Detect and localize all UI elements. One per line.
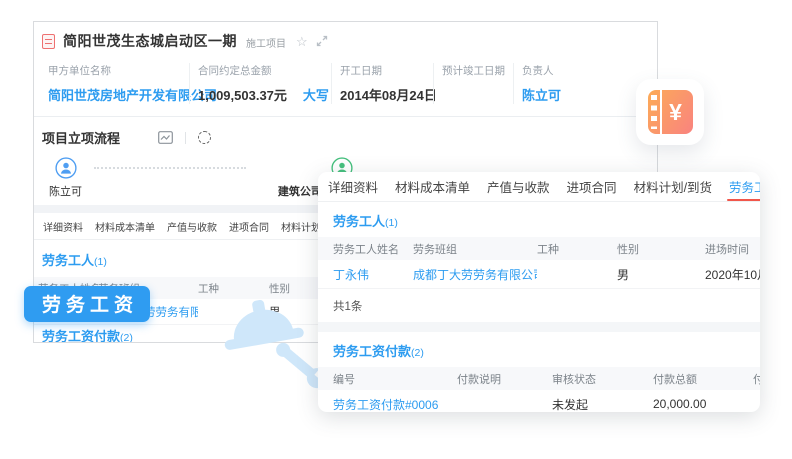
- manager-link[interactable]: 陈立可: [522, 85, 649, 104]
- uppercase-amount-link[interactable]: 大写: [303, 88, 329, 103]
- field-label: 合同约定总金额: [198, 63, 323, 78]
- flowchart-icon[interactable]: [158, 131, 173, 144]
- tab-material-cost[interactable]: 材料成本清单: [92, 213, 158, 239]
- workers-table-head: 劳务工人姓名 劳务班组 工种 性别 进场时间: [318, 237, 760, 260]
- field-label: 开工日期: [340, 63, 425, 78]
- payments-count: (2): [120, 332, 133, 343]
- tab-details[interactable]: 详细资料: [325, 172, 381, 201]
- payments-table-body: 劳务工资付款#0006 未发起 20,000.00: [318, 390, 760, 412]
- yen-symbol: ¥: [669, 99, 682, 126]
- field-start-date: 开工日期 2014年08月24日: [331, 63, 433, 104]
- column-header: 付款总额: [653, 371, 753, 387]
- field-expected-finish-date: 预计竣工日期: [433, 63, 513, 104]
- window-title-bar: 简阳世茂生态城启动区一期 施工项目 ☆: [34, 22, 657, 53]
- payment-id-link[interactable]: 劳务工资付款#0006: [333, 396, 457, 413]
- field-contract-amount: 合同约定总金额 1,009,503.37元大写: [189, 63, 331, 104]
- wage-label-badge: 劳务工资: [24, 286, 150, 322]
- column-header: 劳务工人姓名: [333, 241, 413, 257]
- dotted-connector: [94, 167, 246, 169]
- amount-cell: 20,000.00: [653, 397, 753, 411]
- refresh-status-icon[interactable]: [198, 131, 211, 144]
- flow-start-name: 陈立可: [49, 183, 82, 199]
- amount-text: 1,009,503.37元: [198, 88, 287, 103]
- field-label: 预计竣工日期: [442, 63, 505, 78]
- favorite-star-icon[interactable]: ☆: [296, 35, 308, 48]
- column-header: 编号: [333, 371, 457, 387]
- section-separator: [318, 322, 760, 332]
- column-header: 进场时间: [705, 241, 760, 257]
- project-title: 简阳世茂生态城启动区一期: [63, 31, 237, 51]
- column-header: 付: [753, 371, 760, 387]
- labor-workers-panel: 详细资料 材料成本清单 产值与收款 进项合同 材料计划/到货 劳务工人 劳务工人…: [318, 172, 760, 412]
- owner-company-link[interactable]: 简阳世茂房地产开发有限公司: [48, 85, 181, 104]
- tab-details[interactable]: 详细资料: [40, 213, 86, 239]
- field-owner-company: 甲方单位名称 简阳世茂房地产开发有限公司: [40, 63, 189, 104]
- expand-icon[interactable]: [316, 35, 328, 47]
- tab-output-receipts[interactable]: 产值与收款: [484, 172, 553, 201]
- document-icon: [42, 34, 55, 49]
- total-count: 共1条: [318, 289, 760, 322]
- column-header: 付款说明: [457, 371, 552, 387]
- workers-table-body: 丁永伟 成都丁大劳劳务有限公司 男 2020年10月: [318, 260, 760, 289]
- worker-name-link[interactable]: 丁永伟: [333, 266, 413, 283]
- workers-heading: 劳务工人(1): [318, 202, 760, 237]
- divider: [185, 132, 186, 144]
- tab-labor-workers[interactable]: 劳务工人: [726, 172, 760, 201]
- project-type-tag: 施工项目: [246, 35, 286, 50]
- column-header: 审核状态: [552, 371, 653, 387]
- table-row[interactable]: 丁永伟 成都丁大劳劳务有限公司 男 2020年10月: [318, 260, 760, 289]
- workers-count: (1): [94, 256, 107, 268]
- workers-heading-text: 劳务工人: [42, 253, 94, 268]
- project-fields-row: 甲方单位名称 简阳世茂房地产开发有限公司 合同约定总金额 1,009,503.3…: [34, 53, 657, 116]
- tab-purchase-contracts[interactable]: 进项合同: [564, 172, 620, 201]
- person-avatar-icon: [55, 157, 77, 179]
- column-header: 工种: [537, 241, 617, 257]
- workers-heading-text: 劳务工人: [333, 214, 385, 229]
- flow-section-title: 项目立项流程: [42, 128, 120, 147]
- field-label: 甲方单位名称: [48, 63, 181, 78]
- table-cell: 男: [617, 266, 705, 283]
- tab-material-plan[interactable]: 材料计划/到货: [631, 172, 715, 201]
- ledger-binding-decoration: [651, 95, 657, 129]
- payments-count: (2): [411, 347, 424, 359]
- workers-count: (1): [385, 217, 398, 229]
- column-header: 性别: [617, 241, 705, 257]
- page: 简阳世茂生态城启动区一期 施工项目 ☆ 甲方单位名称 简阳世茂房地产开发有限公司: [0, 0, 792, 459]
- payments-table-head: 编号 付款说明 审核状态 付款总额 付: [318, 367, 760, 390]
- field-label: 负责人: [522, 63, 649, 78]
- tab-purchase-contracts[interactable]: 进项合同: [226, 213, 272, 239]
- payments-heading-text: 劳务工资付款: [333, 344, 411, 359]
- panel-tab-bar: 详细资料 材料成本清单 产值与收款 进项合同 材料计划/到货 劳务工人: [318, 172, 760, 202]
- labor-team-link[interactable]: 成都丁大劳劳务有限公司: [413, 266, 537, 283]
- tab-material-cost[interactable]: 材料成本清单: [392, 172, 473, 201]
- wage-ledger-card: ¥: [636, 79, 704, 145]
- payments-heading-text: 劳务工资付款: [42, 329, 120, 343]
- start-date-value: 2014年08月24日: [340, 85, 425, 104]
- tab-output-receipts[interactable]: 产值与收款: [164, 213, 220, 239]
- contract-amount-value: 1,009,503.37元大写: [198, 85, 323, 104]
- entry-date-cell: 2020年10月: [705, 266, 760, 283]
- yen-ledger-icon: ¥: [648, 90, 693, 134]
- divider: [660, 90, 662, 134]
- flow-start-node[interactable]: 陈立可: [49, 157, 82, 199]
- table-row[interactable]: 劳务工资付款#0006 未发起 20,000.00: [318, 390, 760, 412]
- review-status-cell: 未发起: [552, 396, 653, 413]
- payments-heading: 劳务工资付款(2): [318, 332, 760, 367]
- column-header: 劳务班组: [413, 241, 537, 257]
